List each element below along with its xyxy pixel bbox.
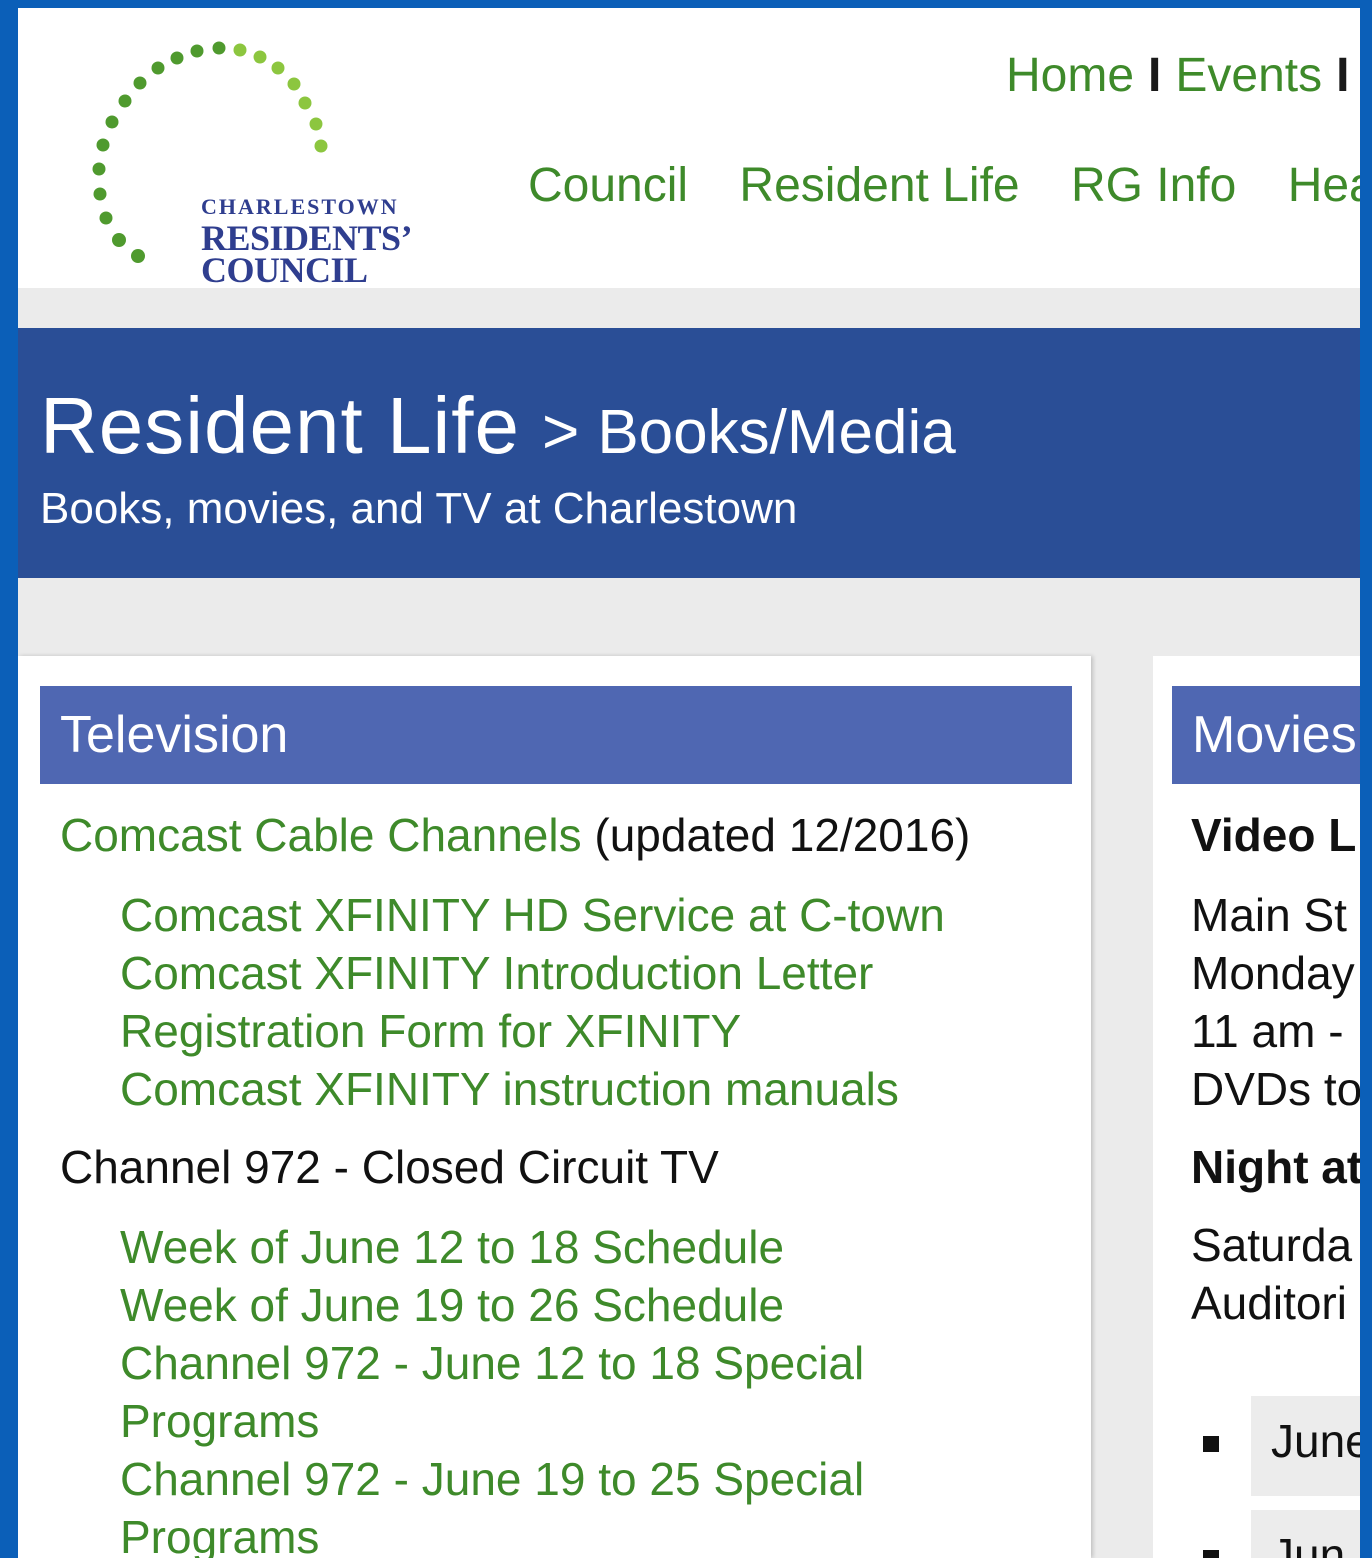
bullet-icon (1203, 1436, 1219, 1452)
comcast-updated-note: (updated 12/2016) (594, 809, 971, 861)
breadcrumb-books-media: Books/Media (597, 398, 956, 467)
page-subtitle: Books, movies, and TV at Charlestown (40, 484, 798, 533)
list-item-link[interactable]: Channel 972 - June 12 to 18 Special Prog… (60, 1334, 960, 1450)
television-content: Comcast Cable Channels (updated 12/2016)… (60, 806, 1070, 1558)
top-nav-home[interactable]: Home (1006, 49, 1134, 102)
breadcrumb-resident-life: Resident Life (40, 381, 520, 470)
list-item-link[interactable]: Registration Form for XFINITY (60, 1002, 1070, 1060)
main-nav-rg-info[interactable]: RG Info (1071, 159, 1236, 212)
site-header: CHARLESTOWN RESIDENTS’ COUNCIL Home I Even… (18, 8, 1360, 288)
video-line: Monday (1191, 947, 1355, 999)
breadcrumb: Resident Life > Books/Media (40, 380, 956, 472)
television-heading: Television (40, 686, 1072, 784)
site-logo[interactable]: CHARLESTOWN RESIDENTS’ COUNCIL (73, 28, 413, 288)
movies-panel: Movies Video L Main St Monday 11 am - DV… (1153, 656, 1360, 1558)
top-nav-separator: I (1148, 49, 1162, 102)
video-line: DVDs to (1191, 1063, 1360, 1115)
comcast-links-list: Comcast XFINITY HD Service at C-town Com… (60, 886, 1070, 1118)
comcast-row: Comcast Cable Channels (updated 12/2016) (60, 806, 1070, 864)
top-nav: Home I Events I (1006, 48, 1360, 103)
top-nav-separator: I (1336, 49, 1350, 102)
list-item-link[interactable]: Week of June 19 to 26 Schedule (60, 1276, 1070, 1334)
page: CHARLESTOWN RESIDENTS’ COUNCIL Home I Even… (18, 8, 1360, 1558)
main-nav-health[interactable]: Healt (1288, 159, 1360, 212)
channel-972-links-list: Week of June 12 to 18 Schedule Week of J… (60, 1218, 1070, 1558)
video-library-heading: Video L (1191, 809, 1357, 861)
television-panel: Television Comcast Cable Channels (updat… (18, 656, 1091, 1558)
list-item-link[interactable]: Comcast XFINITY instruction manuals (60, 1060, 1070, 1118)
list-item-box: June (1251, 1396, 1360, 1496)
night-line: Saturda (1191, 1219, 1353, 1271)
logo-line-charlestown: CHARLESTOWN (201, 194, 399, 219)
list-item-box: Jun (1251, 1510, 1360, 1558)
main-nav: Council Resident Life RG Info Healt (528, 158, 1360, 213)
list-item-link[interactable]: Comcast XFINITY Introduction Letter (60, 944, 1070, 1002)
page-banner: Resident Life > Books/Media Books, movies,… (18, 328, 1360, 578)
list-item-link[interactable]: Week of June 12 to 18 Schedule (60, 1218, 1070, 1276)
channel-972-heading: Channel 972 - Closed Circuit TV (60, 1141, 719, 1193)
list-item-label: Jun (1271, 1529, 1346, 1558)
top-nav-events[interactable]: Events (1175, 49, 1322, 102)
breadcrumb-separator: > (541, 395, 580, 467)
movies-heading: Movies (1172, 686, 1360, 784)
night-line: Auditori (1191, 1277, 1347, 1329)
video-line: 11 am - (1191, 1005, 1344, 1057)
video-line: Main St (1191, 889, 1347, 941)
list-item-link[interactable]: Comcast XFINITY HD Service at C-town (60, 886, 1070, 944)
list-item-label: June (1271, 1415, 1360, 1467)
comcast-cable-channels-link[interactable]: Comcast Cable Channels (60, 809, 582, 861)
main-nav-resident-life[interactable]: Resident Life (739, 159, 1019, 212)
list-item-link[interactable]: Channel 972 - June 19 to 25 Special Prog… (60, 1450, 960, 1558)
main-nav-council[interactable]: Council (528, 159, 688, 212)
bullet-icon (1203, 1550, 1219, 1558)
night-at-movies-heading: Night at (1191, 1141, 1360, 1193)
movies-content: Video L Main St Monday 11 am - DVDs to N… (1191, 806, 1360, 1332)
logo-wordmark: CHARLESTOWN RESIDENTS’ COUNCIL (201, 194, 413, 289)
